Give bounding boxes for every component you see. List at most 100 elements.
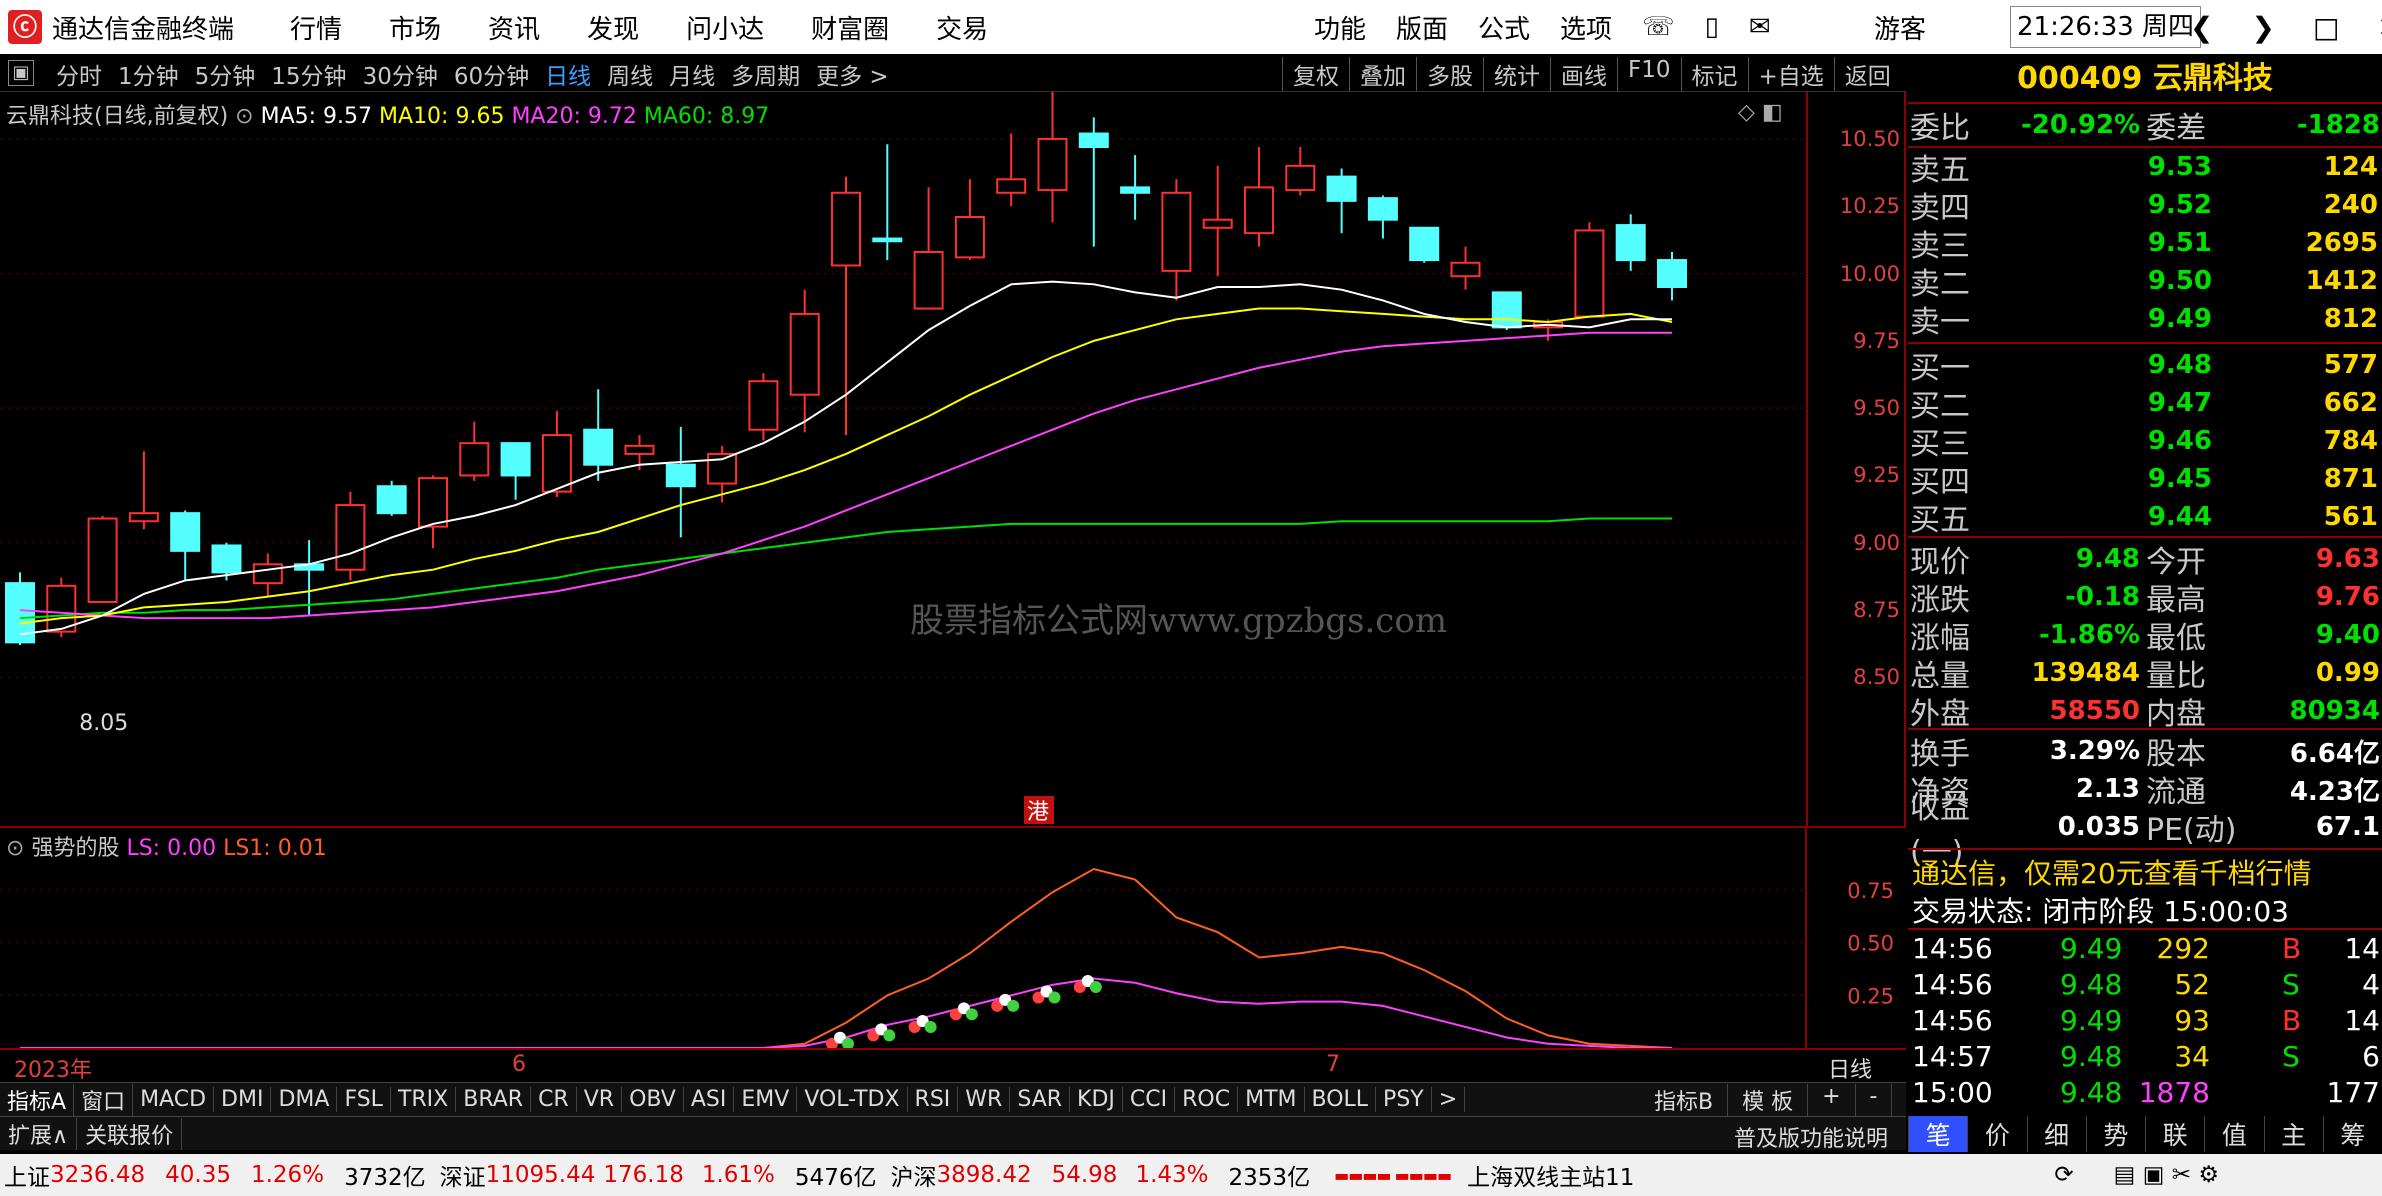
ask-price[interactable]: 9.52 [2022, 190, 2212, 220]
indicator-tab-7[interactable]: BRAR [456, 1087, 532, 1112]
kline-chart[interactable]: 10.50 8.05 股票指标公式网www.gpzbgs.com 港 [0, 92, 1906, 828]
indicator-tab-6[interactable]: TRIX [391, 1087, 457, 1112]
expand-tab[interactable]: 扩展∧ [0, 1117, 78, 1150]
panel-tab-2[interactable]: 细 [2026, 1116, 2086, 1152]
period-tab-5[interactable]: 60分钟 [454, 57, 529, 91]
indicator-tab-0[interactable]: 指标A [0, 1083, 75, 1116]
related-quotes-tab[interactable]: 关联报价 [77, 1117, 183, 1150]
bid-price[interactable]: 9.44 [2022, 502, 2212, 532]
period-tab-2[interactable]: 5分钟 [195, 57, 256, 91]
panel-tab-1[interactable]: 价 [1967, 1116, 2026, 1152]
tool-button-6[interactable]: 标记 [1680, 56, 1748, 91]
indicator-tab-8[interactable]: CR [531, 1087, 577, 1112]
panel-tab-0[interactable]: 笔 [1908, 1116, 1968, 1152]
hs-label[interactable]: 沪深 [890, 1158, 936, 1192]
phone-icon[interactable]: ▯ [1705, 12, 1719, 42]
ask-price[interactable]: 9.49 [2022, 304, 2212, 334]
indicator-right-2[interactable]: + [1808, 1083, 1856, 1116]
collapse-icon[interactable]: ⊙ [6, 836, 31, 861]
menu-xuanxiang[interactable]: 选项 [1560, 9, 1612, 46]
panel-tab-5[interactable]: 值 [2204, 1116, 2263, 1152]
indicator-right-0[interactable]: 指标B [1640, 1083, 1729, 1116]
indicator-tab-12[interactable]: EMV [734, 1087, 798, 1112]
window-icon[interactable]: ▤ ▣ ✂ ⚙ [2114, 1162, 2219, 1188]
period-tab-8[interactable]: 月线 [669, 57, 715, 91]
period-tab-3[interactable]: 15分钟 [271, 57, 346, 91]
collapse-icon[interactable]: ⊙ [235, 104, 260, 129]
period-tab-0[interactable]: 分时 [56, 57, 102, 91]
bid-price[interactable]: 9.45 [2022, 464, 2212, 494]
user-label[interactable]: 游客 [1874, 9, 1926, 46]
menu-jiaoyi[interactable]: 交易 [936, 9, 988, 46]
tool-button-0[interactable]: 复权 [1282, 56, 1349, 91]
period-tab-6[interactable]: 日线 [545, 57, 591, 91]
indicator-tab-2[interactable]: MACD [133, 1087, 215, 1112]
indicator-right-1[interactable]: 模 板 [1728, 1083, 1809, 1116]
sh-label[interactable]: 上证 [4, 1158, 50, 1192]
refresh-icon[interactable]: ⟳ [2054, 1162, 2073, 1188]
indicator-tab-9[interactable]: VR [577, 1087, 623, 1112]
sz-label[interactable]: 深证 [440, 1158, 486, 1192]
help-link[interactable]: 普及版功能说明 [1734, 1121, 1888, 1153]
diamond-icon[interactable]: ◇ ◧ [1738, 100, 1783, 125]
indicator-tab-3[interactable]: DMI [214, 1087, 272, 1112]
indicator-tab-13[interactable]: VOL-TDX [797, 1087, 908, 1112]
menu-shichang[interactable]: 市场 [389, 9, 441, 46]
menu-caifuquan[interactable]: 财富圈 [811, 9, 889, 46]
ask-price[interactable]: 9.51 [2022, 228, 2212, 258]
forward-icon[interactable]: ❯ [2251, 11, 2274, 44]
indicator-tab-15[interactable]: WR [958, 1087, 1011, 1112]
period-tab-9[interactable]: 多周期 [731, 57, 800, 91]
indicator-tab-1[interactable]: 窗口 [74, 1083, 134, 1116]
menu-banmian[interactable]: 版面 [1396, 9, 1448, 46]
tool-button-7[interactable]: +自选 [1747, 56, 1834, 91]
indicator-tab-10[interactable]: OBV [622, 1087, 684, 1112]
ad-banner[interactable]: 通达信，仅需20元查看千档行情 [1912, 852, 2312, 892]
ask-price[interactable]: 9.53 [2022, 152, 2212, 182]
period-tab-10[interactable]: 更多 > [816, 57, 889, 91]
tool-button-4[interactable]: 画线 [1550, 56, 1617, 91]
bid-price[interactable]: 9.46 [2022, 426, 2212, 456]
indicator-right-3[interactable]: - [1856, 1083, 1893, 1116]
menu-faxian[interactable]: 发现 [587, 9, 639, 46]
menu-hangqing[interactable]: 行情 [290, 9, 342, 46]
tool-button-8[interactable]: 返回 [1833, 56, 1901, 91]
panel-tab-4[interactable]: 联 [2145, 1116, 2204, 1152]
close-icon[interactable]: ✕ [2377, 11, 2382, 44]
indicator-tab-22[interactable]: PSY [1376, 1087, 1432, 1112]
period-tab-7[interactable]: 周线 [607, 57, 653, 91]
tool-button-2[interactable]: 多股 [1416, 56, 1483, 91]
indicator-tab-20[interactable]: MTM [1238, 1087, 1305, 1112]
indicator-tab-16[interactable]: SAR [1010, 1087, 1071, 1112]
panel-tab-3[interactable]: 势 [2085, 1116, 2145, 1152]
indicator-tab-23[interactable]: > [1432, 1087, 1466, 1112]
indicator-tab-19[interactable]: ROC [1175, 1087, 1239, 1112]
layout-icon[interactable]: ▣ [8, 60, 34, 86]
mail-icon[interactable]: ✉ [1749, 12, 1771, 42]
menu-gongshi[interactable]: 公式 [1478, 9, 1530, 46]
menu-wenxiaoda[interactable]: 问小达 [686, 9, 764, 46]
indicator-tab-18[interactable]: CCI [1123, 1087, 1176, 1112]
menu-zixun[interactable]: 资讯 [488, 9, 540, 46]
indicator-tab-21[interactable]: BOLL [1305, 1087, 1377, 1112]
maximize-icon[interactable]: □ [2313, 11, 2339, 44]
tool-button-1[interactable]: 叠加 [1349, 56, 1416, 91]
tool-button-5[interactable]: F10 [1617, 56, 1681, 91]
bid-price[interactable]: 9.47 [2022, 388, 2212, 418]
panel-tab-7[interactable]: 筹 [2322, 1116, 2382, 1152]
ask-price[interactable]: 9.50 [2022, 266, 2212, 296]
server-label[interactable]: 上海双线主站11 [1467, 1158, 1634, 1192]
indicator-tab-17[interactable]: KDJ [1070, 1087, 1123, 1112]
menu-gongneng[interactable]: 功能 [1314, 9, 1366, 46]
back-icon[interactable]: ❮ [2190, 11, 2213, 44]
period-tab-4[interactable]: 30分钟 [363, 57, 438, 91]
bid-price[interactable]: 9.48 [2022, 350, 2212, 380]
indicator-tab-11[interactable]: ASI [684, 1087, 735, 1112]
indicator-tab-14[interactable]: RSI [908, 1087, 959, 1112]
indicator-tab-4[interactable]: DMA [271, 1087, 338, 1112]
headset-icon[interactable]: ☏ [1642, 12, 1675, 42]
tool-button-3[interactable]: 统计 [1483, 56, 1550, 91]
panel-tab-6[interactable]: 主 [2263, 1116, 2323, 1152]
period-tab-1[interactable]: 1分钟 [118, 57, 179, 91]
indicator-tab-5[interactable]: FSL [337, 1087, 391, 1112]
